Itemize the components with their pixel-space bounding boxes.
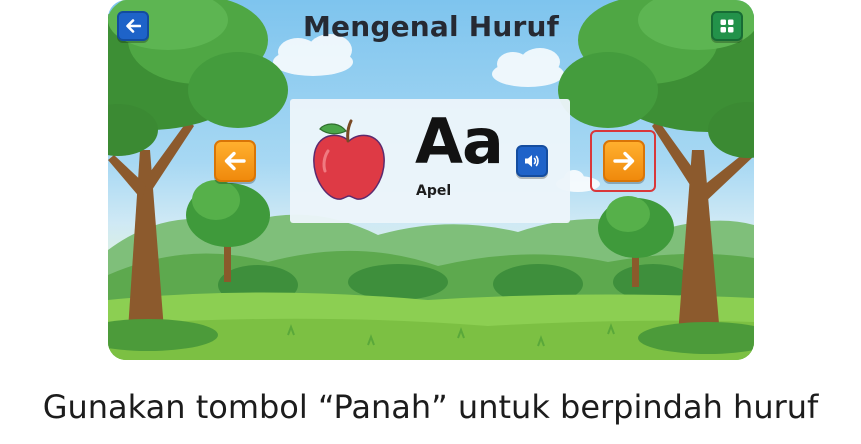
letter-card: Aa Apel: [290, 99, 570, 223]
game-window: Mengenal Huruf Aa Apel: [108, 0, 754, 360]
arrow-right-icon: [613, 151, 635, 171]
arrow-left-icon: [224, 151, 246, 171]
grid-icon: [720, 19, 734, 33]
instruction-caption: Gunakan tombol “Panah” untuk berpindah h…: [42, 388, 819, 426]
page: Mengenal Huruf Aa Apel Gunakan tombol “P…: [0, 0, 861, 444]
letter-display: Aa: [415, 105, 504, 178]
speaker-icon: [525, 155, 539, 167]
previous-letter-button[interactable]: [214, 140, 256, 182]
next-letter-button[interactable]: [603, 140, 645, 182]
arrow-left-icon: [126, 19, 141, 33]
sound-button[interactable]: [516, 145, 548, 177]
menu-button[interactable]: [711, 11, 743, 41]
word-label: Apel: [416, 183, 452, 199]
apple-icon: [313, 119, 385, 200]
back-button[interactable]: [117, 11, 149, 41]
game-title: Mengenal Huruf: [302, 10, 560, 43]
